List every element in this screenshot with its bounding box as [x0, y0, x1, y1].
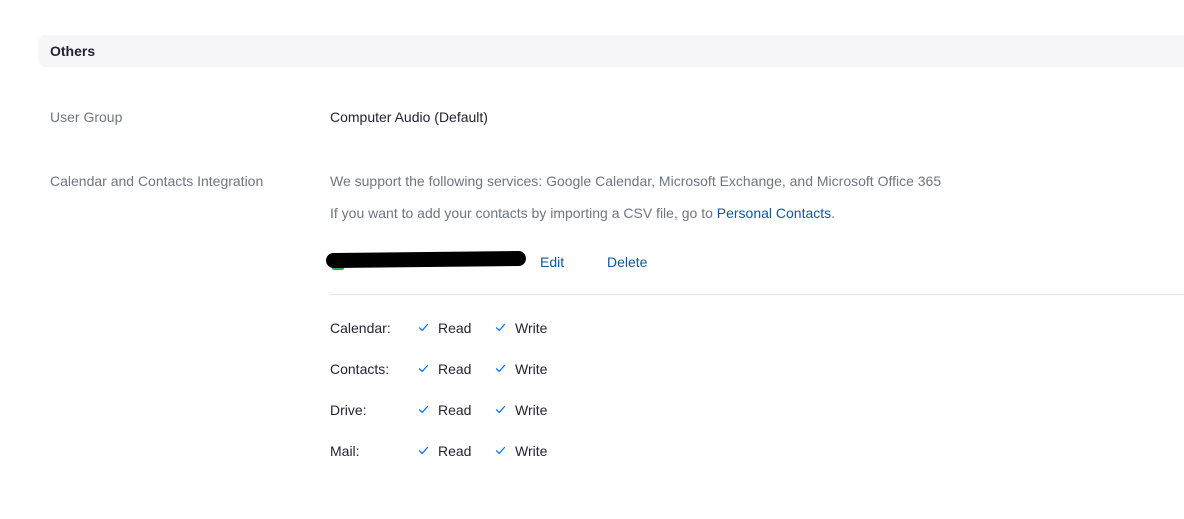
check-icon: [495, 364, 506, 373]
check-icon: [418, 323, 429, 332]
section-header-others: Others: [38, 35, 1184, 67]
permission-read: Read: [438, 361, 472, 377]
csv-import-text: If you want to add your contacts by impo…: [330, 204, 835, 222]
permission-read: Read: [438, 402, 472, 418]
permission-read: Read: [438, 320, 472, 336]
permission-row-calendar: Calendar: Read Write: [330, 318, 630, 338]
settings-page: Others User Group Computer Audio (Defaul…: [0, 0, 1184, 519]
user-group-value: Computer Audio (Default): [330, 109, 488, 125]
check-icon: [495, 323, 506, 332]
permission-write: Write: [515, 320, 548, 336]
permission-row-contacts: Contacts: Read Write: [330, 359, 630, 379]
permission-row-mail: Mail: Read Write: [330, 441, 630, 461]
delete-account-button[interactable]: Delete: [607, 253, 647, 271]
permission-write: Write: [515, 361, 548, 377]
redacted-account-email: [325, 250, 527, 269]
permission-name: Mail:: [330, 443, 360, 459]
divider: [330, 294, 1184, 295]
permission-name: Drive:: [330, 402, 367, 418]
permission-write: Write: [515, 443, 548, 459]
section-title: Others: [50, 43, 96, 59]
check-icon: [418, 405, 429, 414]
connected-account-row: Edit Delete: [325, 248, 666, 272]
permission-write: Write: [515, 402, 548, 418]
check-icon: [495, 446, 506, 455]
check-icon: [418, 364, 429, 373]
permission-row-drive: Drive: Read Write: [330, 400, 630, 420]
permission-read: Read: [438, 443, 472, 459]
calendar-integration-label: Calendar and Contacts Integration: [50, 173, 264, 189]
user-group-label: User Group: [50, 109, 123, 125]
supported-services-text: We support the following services: Googl…: [330, 173, 942, 189]
csv-text-suffix: .: [831, 205, 836, 221]
check-icon: [495, 405, 506, 414]
edit-account-button[interactable]: Edit: [540, 253, 564, 271]
check-icon: [418, 446, 429, 455]
csv-text-prefix: If you want to add your contacts by impo…: [330, 205, 717, 221]
personal-contacts-link[interactable]: Personal Contacts: [717, 205, 831, 221]
permission-name: Contacts:: [330, 361, 390, 377]
permission-name: Calendar:: [330, 320, 391, 336]
